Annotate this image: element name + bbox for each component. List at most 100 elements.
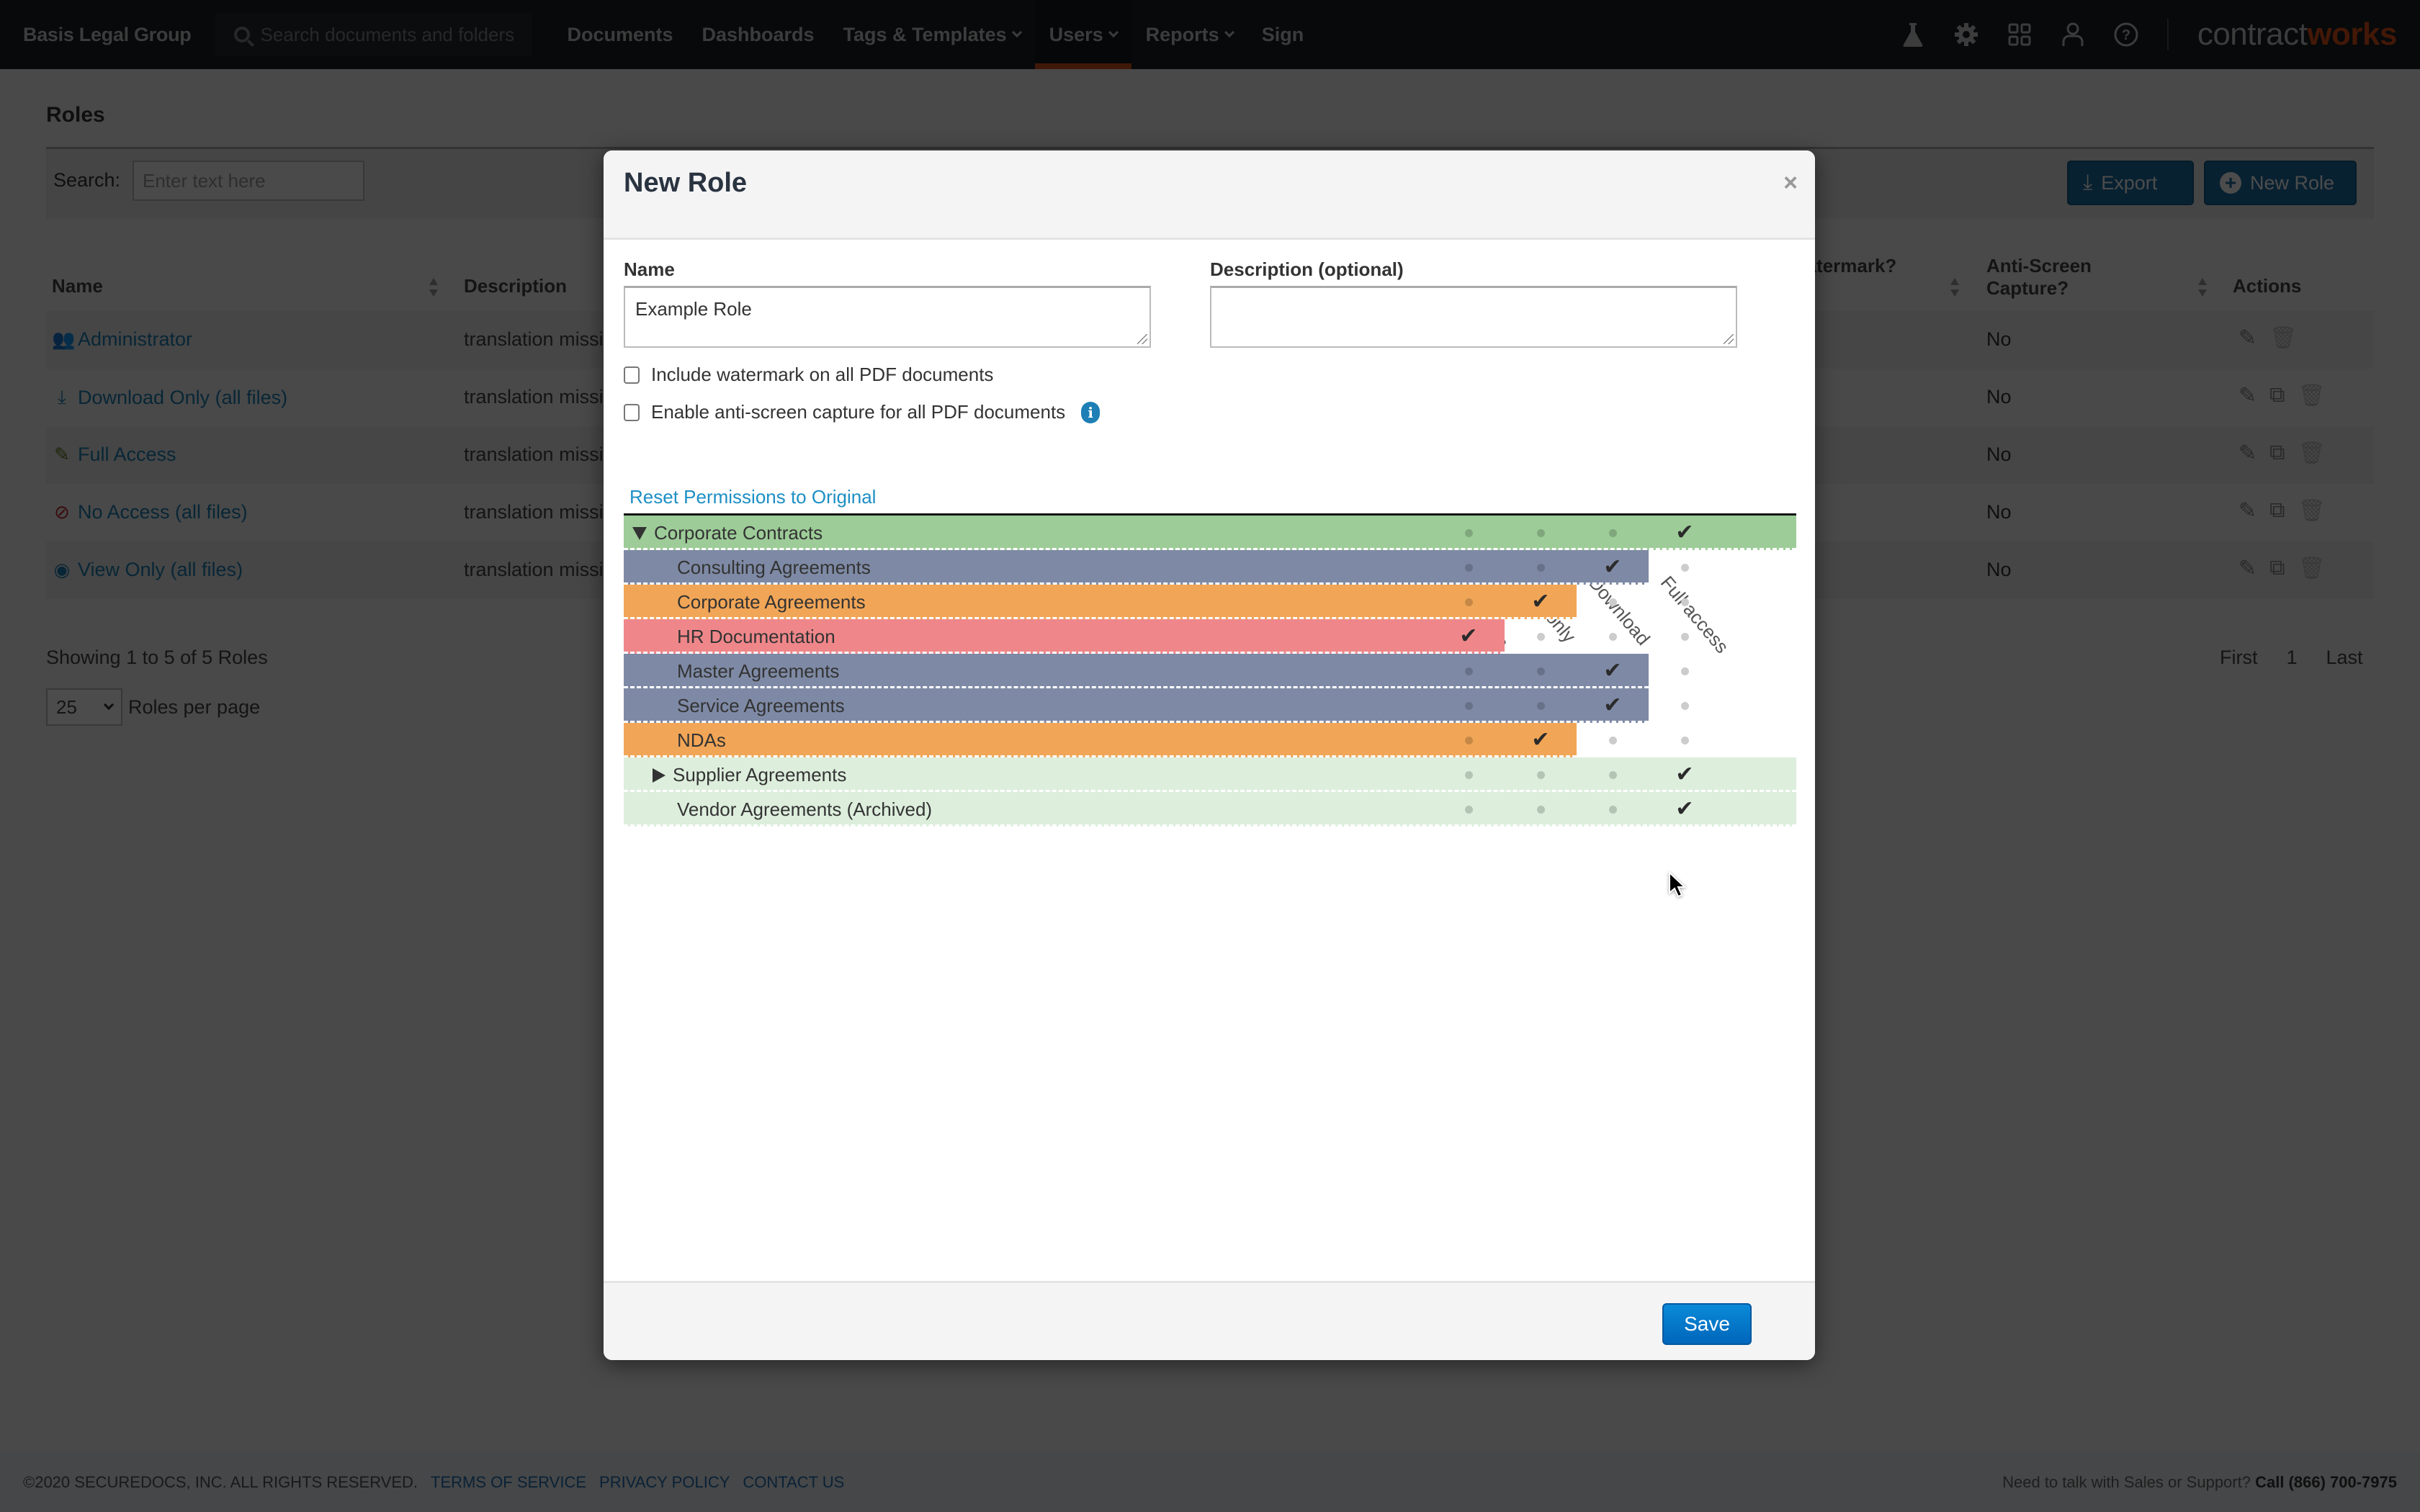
permission-option-full-access[interactable] — [1649, 723, 1721, 757]
permission-option-no-access[interactable] — [1433, 550, 1505, 585]
permission-option-download[interactable] — [1577, 585, 1649, 619]
folder-permission-row: Master Agreements ✔ — [624, 654, 1796, 688]
unselected-dot-icon — [1608, 770, 1617, 779]
unselected-dot-icon — [1608, 805, 1617, 814]
permission-option-download[interactable] — [1577, 516, 1649, 550]
resize-handle[interactable] — [1137, 334, 1147, 344]
permission-option-no-access[interactable] — [1433, 654, 1505, 688]
modal-title: New Role — [624, 168, 748, 198]
permission-option-view-only[interactable] — [1505, 516, 1577, 550]
unselected-dot-icon — [1464, 736, 1473, 744]
description-label: Description (optional) — [1210, 258, 1404, 280]
permission-option-full-access[interactable] — [1649, 688, 1721, 723]
permission-option-no-access[interactable] — [1433, 585, 1505, 619]
modal-footer: Save — [604, 1281, 1815, 1360]
permission-option-download[interactable] — [1577, 723, 1649, 757]
folder-permission-row: Vendor Agreements (Archived) ✔ — [624, 792, 1796, 827]
permission-option-no-access[interactable]: ✔ — [1433, 619, 1505, 654]
permission-option-no-access[interactable] — [1433, 516, 1505, 550]
save-button[interactable]: Save — [1662, 1303, 1752, 1345]
permission-option-no-access[interactable] — [1433, 757, 1505, 792]
folder-name: NDAs — [677, 729, 726, 751]
reset-permissions-link[interactable]: Reset Permissions to Original — [629, 486, 876, 508]
expand-toggle-icon[interactable] — [653, 768, 666, 783]
folder-name: Consulting Agreements — [677, 557, 871, 578]
watermark-option: Include watermark on all PDF documents — [624, 364, 993, 386]
checkmark-icon: ✔ — [1603, 693, 1622, 718]
permission-option-full-access[interactable]: ✔ — [1649, 792, 1721, 827]
permission-option-view-only[interactable] — [1505, 550, 1577, 585]
unselected-dot-icon — [1680, 667, 1689, 675]
permission-option-download[interactable] — [1577, 792, 1649, 827]
folder-permission-row: Supplier Agreements ✔ — [624, 757, 1796, 792]
folder-permission-row: Service Agreements ✔ — [624, 688, 1796, 723]
folder-name: HR Documentation — [677, 626, 835, 647]
unselected-dot-icon — [1464, 528, 1473, 537]
permission-option-download[interactable]: ✔ — [1577, 654, 1649, 688]
permission-option-view-only[interactable] — [1505, 654, 1577, 688]
permission-option-no-access[interactable] — [1433, 688, 1505, 723]
info-icon[interactable]: i — [1081, 401, 1101, 423]
new-role-modal: New Role × Name Example Role Description… — [604, 150, 1815, 1360]
checkmark-icon: ✔ — [1675, 796, 1694, 822]
permission-option-download[interactable]: ✔ — [1577, 688, 1649, 723]
unselected-dot-icon — [1536, 805, 1545, 814]
permission-option-full-access[interactable] — [1649, 585, 1721, 619]
anti-capture-label[interactable]: Enable anti-screen capture for all PDF d… — [651, 401, 1065, 423]
permission-option-full-access[interactable]: ✔ — [1649, 516, 1721, 550]
folder-permission-row: Corporate Agreements ✔ — [624, 585, 1796, 619]
unselected-dot-icon — [1464, 770, 1473, 779]
unselected-dot-icon — [1464, 805, 1473, 814]
permission-option-download[interactable] — [1577, 757, 1649, 792]
unselected-dot-icon — [1536, 667, 1545, 675]
resize-handle[interactable] — [1724, 334, 1734, 344]
role-name-value: Example Role — [635, 298, 752, 320]
unselected-dot-icon — [1536, 528, 1545, 537]
checkmark-icon: ✔ — [1675, 762, 1694, 787]
modal-header: New Role × — [604, 150, 1815, 240]
permission-option-view-only[interactable] — [1505, 619, 1577, 654]
permission-option-download[interactable] — [1577, 619, 1649, 654]
unselected-dot-icon — [1680, 701, 1689, 710]
permission-option-view-only[interactable] — [1505, 688, 1577, 723]
anti-capture-checkbox[interactable] — [624, 403, 640, 421]
permission-option-full-access[interactable] — [1649, 550, 1721, 585]
permission-option-view-only[interactable]: ✔ — [1505, 723, 1577, 757]
permission-option-no-access[interactable] — [1433, 792, 1505, 827]
folder-permission-row: NDAs ✔ — [624, 723, 1796, 757]
watermark-checkbox[interactable] — [624, 366, 640, 384]
unselected-dot-icon — [1680, 563, 1689, 572]
unselected-dot-icon — [1464, 667, 1473, 675]
unselected-dot-icon — [1536, 632, 1545, 641]
permission-option-view-only[interactable]: ✔ — [1505, 585, 1577, 619]
name-label: Name — [624, 258, 675, 280]
checkmark-icon: ✔ — [1531, 589, 1550, 614]
folder-name: Vendor Agreements (Archived) — [677, 798, 933, 820]
unselected-dot-icon — [1608, 632, 1617, 641]
anti-capture-option: Enable anti-screen capture for all PDF d… — [624, 401, 1101, 423]
unselected-dot-icon — [1680, 632, 1689, 641]
unselected-dot-icon — [1464, 563, 1473, 572]
permission-option-view-only[interactable] — [1505, 792, 1577, 827]
checkmark-icon: ✔ — [1459, 624, 1478, 649]
unselected-dot-icon — [1464, 598, 1473, 606]
folder-permission-row: Consulting Agreements ✔ — [624, 550, 1796, 585]
permission-option-no-access[interactable] — [1433, 723, 1505, 757]
watermark-label[interactable]: Include watermark on all PDF documents — [651, 364, 993, 386]
unselected-dot-icon — [1608, 598, 1617, 606]
unselected-dot-icon — [1680, 598, 1689, 606]
permission-option-view-only[interactable] — [1505, 757, 1577, 792]
checkmark-icon: ✔ — [1603, 554, 1622, 580]
role-name-field[interactable]: Example Role — [624, 286, 1151, 348]
permission-option-download[interactable]: ✔ — [1577, 550, 1649, 585]
permission-option-full-access[interactable] — [1649, 654, 1721, 688]
collapse-toggle-icon[interactable] — [632, 526, 647, 540]
close-icon[interactable]: × — [1783, 169, 1798, 197]
permission-option-full-access[interactable]: ✔ — [1649, 757, 1721, 792]
unselected-dot-icon — [1608, 736, 1617, 744]
permission-option-full-access[interactable] — [1649, 619, 1721, 654]
folder-name: Master Agreements — [677, 660, 840, 682]
role-description-field[interactable] — [1210, 286, 1737, 348]
folder-name: Service Agreements — [677, 695, 845, 716]
unselected-dot-icon — [1536, 770, 1545, 779]
